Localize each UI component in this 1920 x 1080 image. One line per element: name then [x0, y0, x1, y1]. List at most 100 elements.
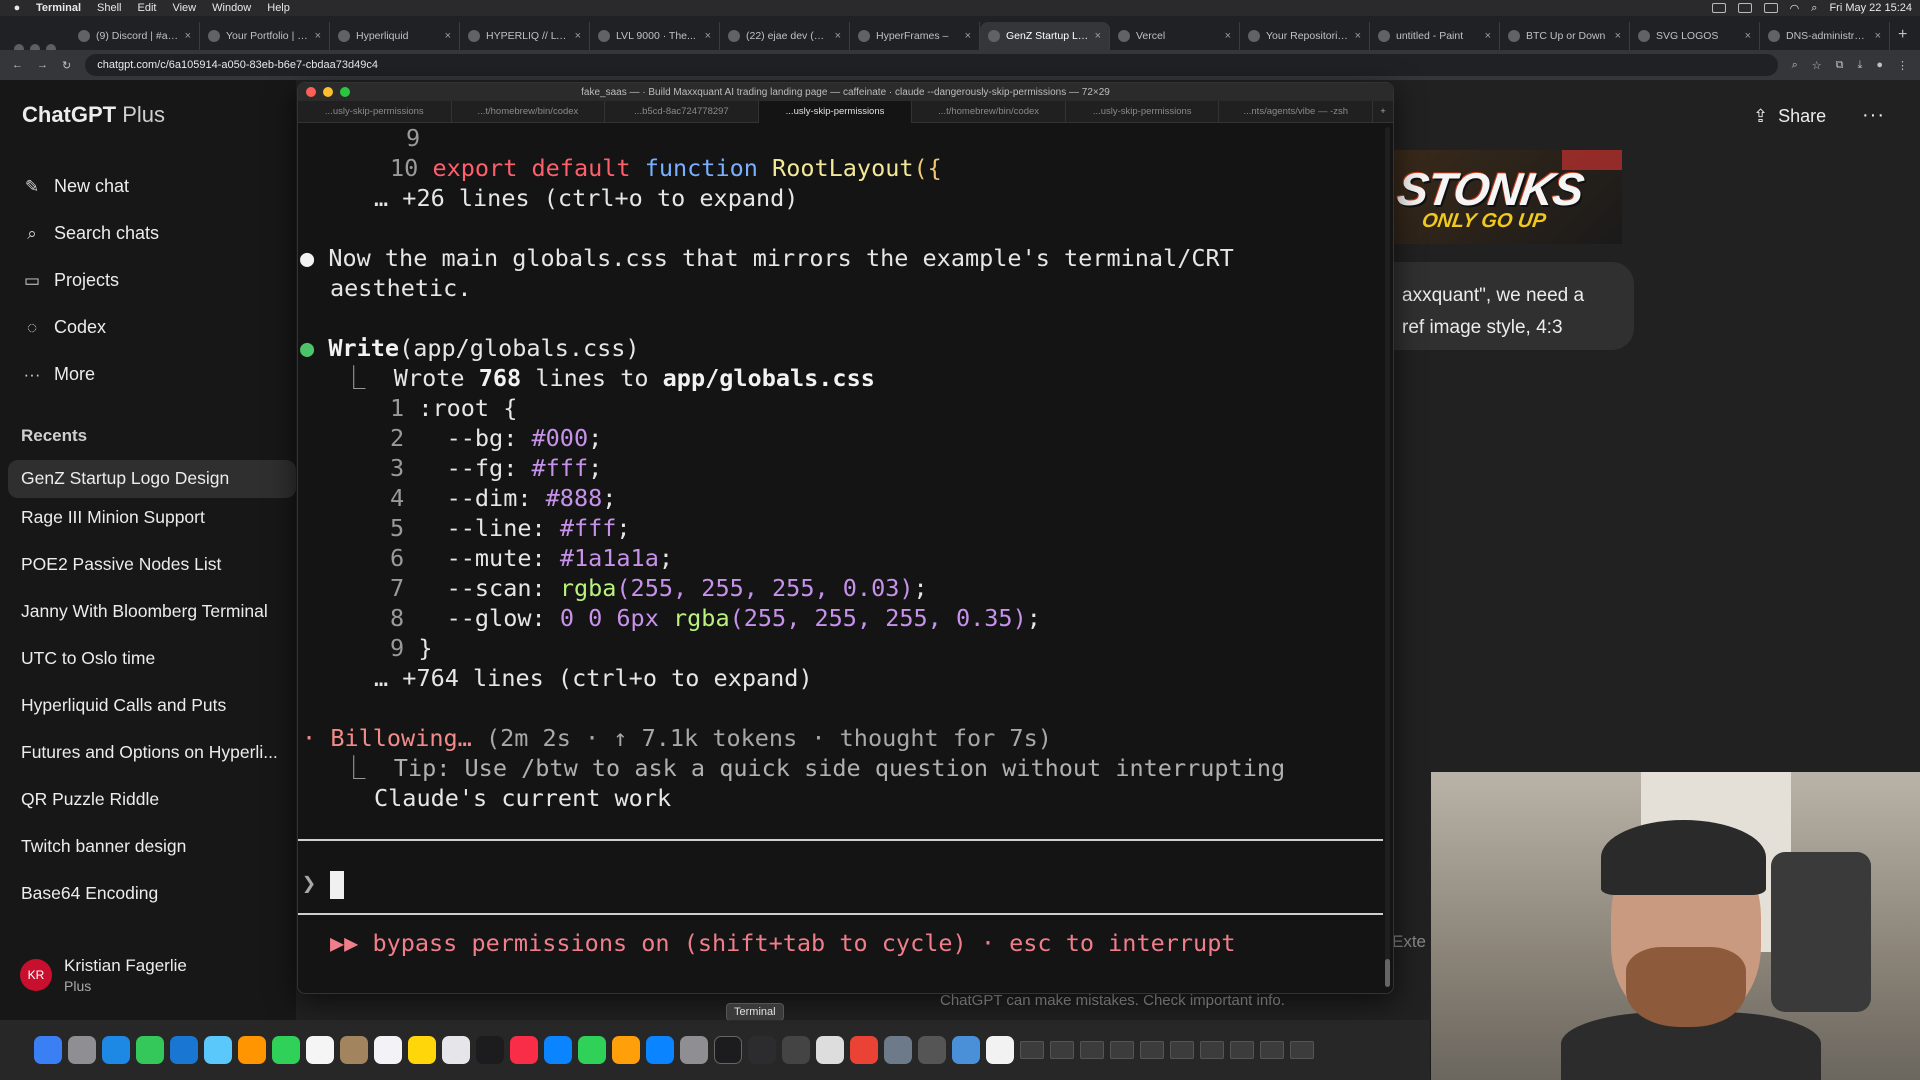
wifi-icon[interactable]: ◠ — [1790, 2, 1800, 15]
terminal-title-bar[interactable]: fake_saas — · Build Maxxquant AI trading… — [298, 83, 1393, 101]
menu-shell[interactable]: Shell — [97, 2, 121, 14]
codex-button[interactable]: ◌ Codex — [22, 317, 106, 338]
chatgpt-brand[interactable]: ChatGPT Plus — [22, 102, 165, 128]
minimized-window[interactable] — [1260, 1041, 1284, 1059]
browser-tab[interactable]: (22) ejae dev (@... × — [720, 22, 850, 50]
document-icon[interactable] — [986, 1036, 1014, 1064]
new-tab-button[interactable]: + — [1898, 26, 1907, 44]
status-icon[interactable] — [1711, 3, 1726, 13]
minimized-window[interactable] — [1230, 1041, 1254, 1059]
contacts-icon[interactable] — [340, 1036, 368, 1064]
search-icon[interactable]: ⌕ — [1811, 2, 1817, 15]
close-tab-icon[interactable]: × — [575, 30, 581, 42]
terminal-tab[interactable]: ...usly-skip-permissions — [298, 100, 452, 123]
finder-icon[interactable] — [34, 1036, 62, 1064]
mail-icon[interactable] — [170, 1036, 198, 1064]
forward-icon[interactable]: → — [37, 59, 48, 71]
close-tab-icon[interactable]: × — [1745, 30, 1751, 42]
new-chat-button[interactable]: ✎ New chat — [22, 176, 129, 197]
menu-help[interactable]: Help — [267, 2, 290, 14]
download-icon[interactable]: ⤓ — [1857, 59, 1862, 72]
close-tab-icon[interactable]: × — [1225, 30, 1231, 42]
minimized-window[interactable] — [1200, 1041, 1224, 1059]
minimized-window[interactable] — [1170, 1041, 1194, 1059]
recent-chat[interactable]: Rage III Minion Support — [21, 507, 291, 528]
calendar-icon[interactable] — [306, 1036, 334, 1064]
minimized-window[interactable] — [1020, 1041, 1044, 1059]
music-icon[interactable] — [510, 1036, 538, 1064]
menu-window[interactable]: Window — [212, 2, 251, 14]
recent-chat[interactable]: POE2 Passive Nodes List — [21, 554, 291, 575]
terminal-icon[interactable] — [714, 1036, 742, 1064]
messages-icon[interactable] — [136, 1036, 164, 1064]
recent-chat[interactable]: Twitch banner design — [21, 836, 291, 857]
close-tab-icon[interactable]: × — [1615, 30, 1621, 42]
browser-tab[interactable]: HYPERLIQ // LVL × — [460, 22, 590, 50]
freeform-icon[interactable] — [442, 1036, 470, 1064]
close-tab-icon[interactable]: × — [965, 30, 971, 42]
apple-tv-icon[interactable] — [476, 1036, 504, 1064]
recent-chat-active[interactable]: GenZ Startup Logo Design — [8, 460, 296, 498]
browser-tab[interactable]: Your Repositorie... × — [1240, 22, 1370, 50]
terminal-window[interactable]: fake_saas — · Build Maxxquant AI trading… — [297, 82, 1394, 994]
battery-icon[interactable] — [1763, 3, 1778, 13]
recent-chat[interactable]: Hyperliquid Calls and Puts — [21, 695, 291, 716]
prompt-input[interactable]: ❯ — [302, 868, 345, 899]
pages-icon[interactable] — [612, 1036, 640, 1064]
menu-view[interactable]: View — [172, 2, 196, 14]
close-tab-icon[interactable]: × — [1875, 30, 1881, 42]
notes-icon[interactable] — [408, 1036, 436, 1064]
browser-tab[interactable]: HyperFrames – × — [850, 22, 980, 50]
browser-tab[interactable]: BTC Up or Down × — [1500, 22, 1630, 50]
minimized-window[interactable] — [1290, 1041, 1314, 1059]
browser-menu-icon[interactable]: ⋮ — [1897, 59, 1908, 72]
app-store-icon[interactable] — [646, 1036, 674, 1064]
close-tab-icon[interactable]: × — [1095, 30, 1101, 42]
calculator-icon[interactable] — [918, 1036, 946, 1064]
close-tab-icon[interactable]: × — [315, 30, 321, 42]
recent-chat[interactable]: Futures and Options on Hyperli... — [21, 742, 291, 763]
browser-tab[interactable]: Hyperliquid × — [330, 22, 460, 50]
terminal-tab[interactable]: ...t/homebrew/bin/codex — [452, 100, 606, 123]
share-button[interactable]: ⇪ Share — [1753, 106, 1826, 127]
terminal-scrollbar[interactable] — [1385, 127, 1390, 987]
system-settings-icon[interactable] — [680, 1036, 708, 1064]
terminal-tab[interactable]: ...b5cd-8ac724778297 — [605, 100, 759, 123]
browser-tab[interactable]: Your Portfolio | P... × — [200, 22, 330, 50]
minimized-window[interactable] — [1110, 1041, 1134, 1059]
cursor-icon[interactable] — [748, 1036, 776, 1064]
more-button[interactable]: ··· More — [22, 364, 96, 385]
user-account-button[interactable]: KR Kristian Fagerlie Plus — [20, 956, 187, 994]
search-app-icon[interactable] — [952, 1036, 980, 1064]
browser-tab-active[interactable]: GenZ Startup Lo... × — [980, 22, 1110, 50]
back-icon[interactable]: ← — [12, 59, 23, 71]
zoom-icon[interactable]: ⌕ — [1792, 59, 1798, 72]
close-tab-icon[interactable]: × — [1355, 30, 1361, 42]
url-field[interactable]: chatgpt.com/c/6a105914-a050-83eb-b6e7-cb… — [85, 54, 1778, 76]
chatgpt-app-icon[interactable] — [782, 1036, 810, 1064]
keynote-icon[interactable] — [544, 1036, 572, 1064]
browser-tab[interactable]: LVL 9000 · The... × — [590, 22, 720, 50]
numbers-icon[interactable] — [578, 1036, 606, 1064]
terminal-tab[interactable]: ...t/homebrew/bin/codex — [912, 100, 1066, 123]
launchpad-icon[interactable] — [68, 1036, 96, 1064]
facetime-icon[interactable] — [272, 1036, 300, 1064]
bookmark-star-icon[interactable]: ☆ — [1812, 59, 1822, 72]
recent-chat[interactable]: Base64 Encoding — [21, 883, 291, 904]
browser-tab[interactable]: SVG LOGOS × — [1630, 22, 1760, 50]
preview-icon[interactable] — [884, 1036, 912, 1064]
browser-tab[interactable]: DNS-administra... × — [1760, 22, 1890, 50]
photos-icon[interactable] — [238, 1036, 266, 1064]
projects-button[interactable]: ▭ Projects — [22, 270, 119, 291]
close-tab-icon[interactable]: × — [835, 30, 841, 42]
minimized-window[interactable] — [1140, 1041, 1164, 1059]
chrome-icon[interactable] — [850, 1036, 878, 1064]
browser-tab[interactable]: Vercel × — [1110, 22, 1240, 50]
safari-icon[interactable] — [102, 1036, 130, 1064]
minimized-window[interactable] — [1080, 1041, 1104, 1059]
maps-icon[interactable] — [204, 1036, 232, 1064]
browser-tab[interactable]: (9) Discord | #al... × — [70, 22, 200, 50]
textedit-icon[interactable] — [816, 1036, 844, 1064]
close-tab-icon[interactable]: × — [1485, 30, 1491, 42]
terminal-tab[interactable]: ...nts/agents/vibe — -zsh — [1219, 100, 1374, 123]
